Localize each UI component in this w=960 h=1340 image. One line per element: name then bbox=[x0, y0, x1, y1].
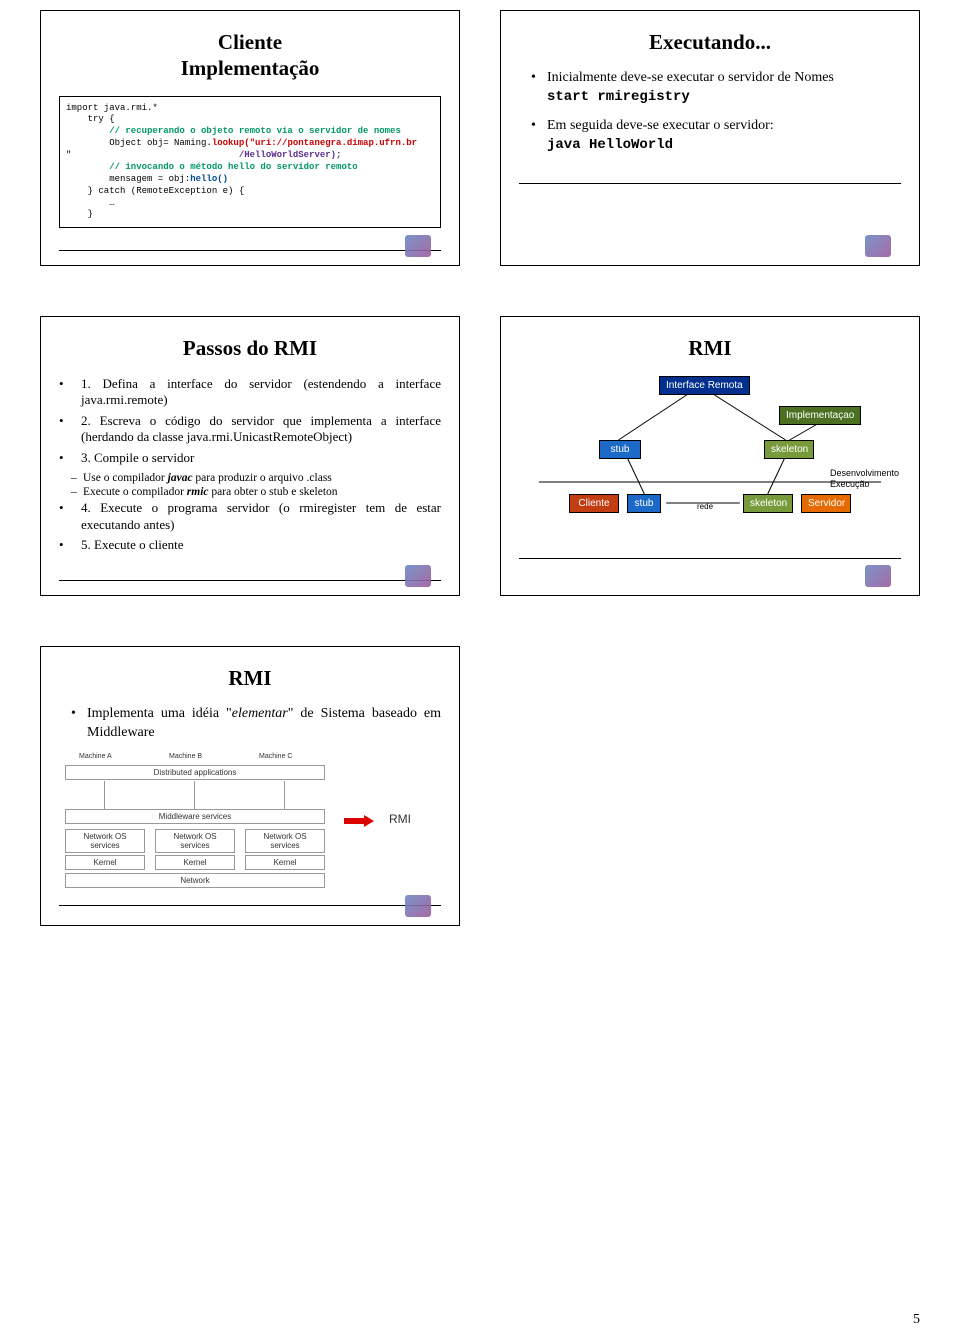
bullet-start-nomes: Inicialmente deve-se executar o servidor… bbox=[537, 69, 901, 107]
bullet-middleware: Implementa uma idéia "elementar" de Sist… bbox=[77, 705, 441, 743]
box-cliente: Cliente bbox=[569, 494, 619, 513]
rmi-diagram: Interface Remota Implementaçao stub skel… bbox=[519, 376, 901, 536]
passos-list: • 1. Defina a interface do servidor (est… bbox=[59, 376, 441, 554]
box-stub: stub bbox=[599, 440, 641, 459]
slide-passos-rmi: Passos do RMI • 1. Defina a interface do… bbox=[40, 316, 460, 596]
arrow-icon bbox=[344, 815, 378, 827]
page-number: 5 bbox=[913, 1312, 920, 1328]
decorative-icon bbox=[405, 565, 431, 587]
sub-javac: Use o compilador javac para produzir o a… bbox=[59, 471, 441, 486]
slide-rmi-diagram: RMI Interface Remota Implementaçao stub … bbox=[500, 316, 920, 596]
slide-executando: Executando... Inicialmente deve-se execu… bbox=[500, 10, 920, 266]
bullet-start-servidor: Em seguida deve-se executar o servidor: … bbox=[537, 117, 901, 155]
slide-rmi-middleware: RMI Implementa uma idéia "elementar" de … bbox=[40, 646, 460, 926]
label-rmi: RMI bbox=[389, 812, 411, 826]
box-skeleton: skeleton bbox=[764, 440, 814, 459]
decorative-icon bbox=[865, 565, 891, 587]
box-stub-runtime: stub bbox=[627, 494, 661, 513]
decorative-icon bbox=[405, 235, 431, 257]
box-interface-remota: Interface Remota bbox=[659, 376, 750, 395]
slide-cliente-implementacao: Cliente Implementação import java.rmi.* … bbox=[40, 10, 460, 266]
middleware-diagram: Machine A Machine B Machine C Distribute… bbox=[59, 753, 339, 883]
phase-labels: Desenvolvimento Execução bbox=[830, 468, 899, 491]
box-implementacao: Implementaçao bbox=[779, 406, 861, 425]
box-servidor: Servidor bbox=[801, 494, 851, 513]
slide1-title: Cliente Implementação bbox=[59, 29, 441, 82]
slide2-title: Executando... bbox=[519, 29, 901, 55]
decorative-icon bbox=[405, 895, 431, 917]
decorative-icon bbox=[865, 235, 891, 257]
code-block-client: import java.rmi.* try { // recuperando o… bbox=[59, 96, 441, 229]
slide5-title: RMI bbox=[59, 665, 441, 691]
slide3-title: Passos do RMI bbox=[59, 335, 441, 361]
label-rede: rede bbox=[697, 502, 713, 511]
sub-rmic: Execute o compilador rmic para obter o s… bbox=[59, 485, 441, 500]
box-skeleton-runtime: skeleton bbox=[743, 494, 793, 513]
slide4-title: RMI bbox=[519, 335, 901, 361]
